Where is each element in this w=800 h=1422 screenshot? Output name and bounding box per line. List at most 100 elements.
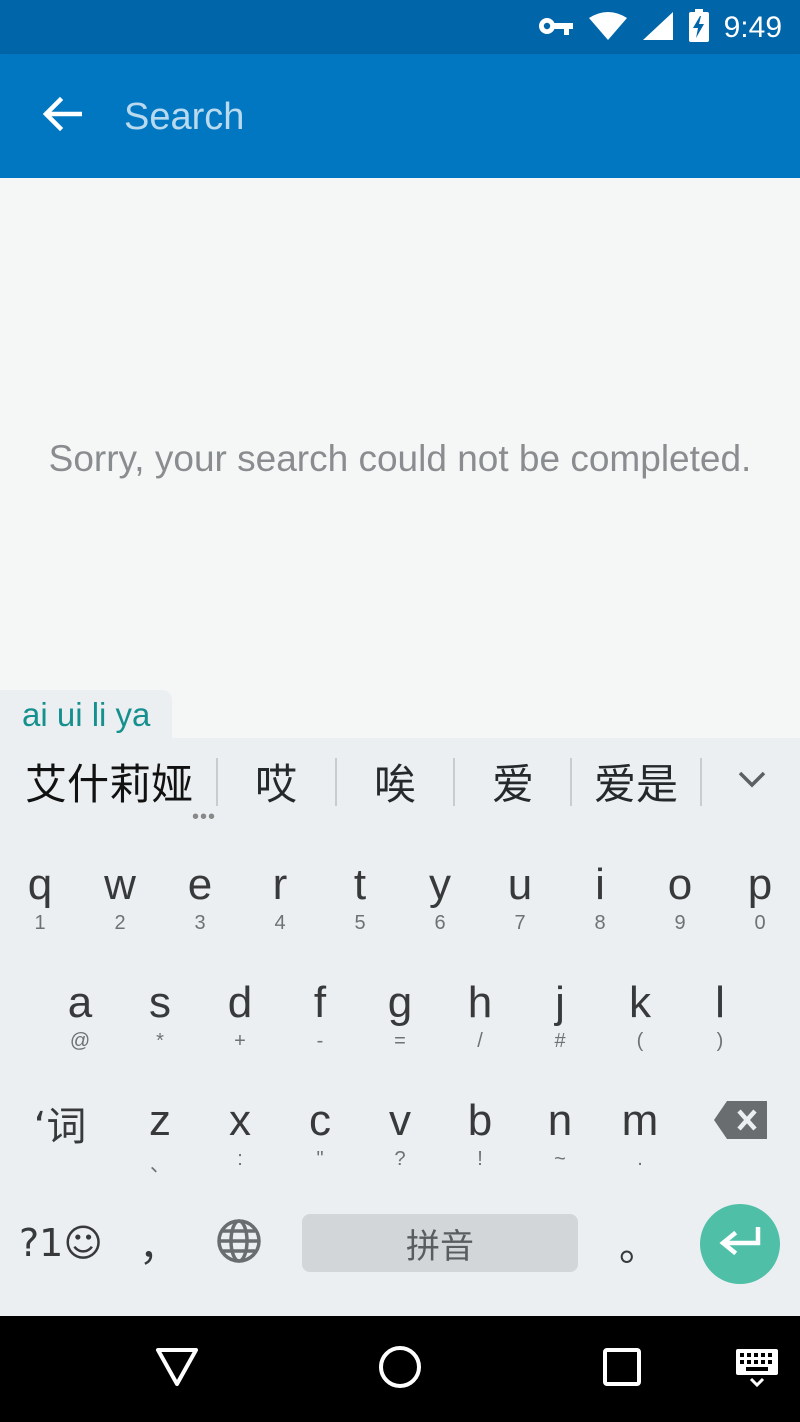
key-letter: w bbox=[104, 860, 136, 909]
status-time: 9:49 bbox=[723, 11, 782, 44]
key-secondary: 0 bbox=[754, 912, 766, 934]
key-secondary: ( bbox=[636, 1030, 644, 1052]
key-z[interactable]: z、 bbox=[120, 1070, 200, 1180]
key-b[interactable]: b! bbox=[440, 1070, 520, 1180]
key-letter: y bbox=[429, 860, 451, 909]
key-secondary: - bbox=[316, 1030, 324, 1052]
ime-keyboard: q1 w2 e3 r4 t5 y6 u7 i8 o9 p0 a @ s * d + f… bbox=[0, 824, 800, 1316]
keyboard-switch-icon bbox=[734, 1347, 780, 1392]
key-letter: n bbox=[547, 1096, 573, 1145]
back-triangle-icon bbox=[155, 1347, 199, 1392]
navigation-bar bbox=[0, 1316, 800, 1422]
key-j[interactable]: j # bbox=[520, 952, 600, 1062]
key-i[interactable]: i8 bbox=[560, 834, 640, 944]
key-r[interactable]: r4 bbox=[240, 834, 320, 944]
key-h[interactable]: h / bbox=[440, 952, 520, 1062]
nav-back-button[interactable] bbox=[142, 1336, 212, 1402]
period-key[interactable]: 。 bbox=[604, 1208, 674, 1278]
key-secondary: * bbox=[156, 1030, 164, 1052]
key-letter: b bbox=[467, 1096, 493, 1145]
key-t[interactable]: t5 bbox=[320, 834, 400, 944]
comma-key[interactable]: ， bbox=[124, 1208, 194, 1278]
key-c[interactable]: c " bbox=[280, 1070, 360, 1180]
candidate-more-button[interactable] bbox=[704, 738, 800, 824]
key-secondary: @ bbox=[69, 1030, 91, 1052]
candidate-item[interactable]: 唉 bbox=[337, 738, 453, 824]
key-letter: s bbox=[149, 978, 171, 1027]
key-q[interactable]: q1 bbox=[0, 834, 80, 944]
nav-keyboard-switch-button[interactable] bbox=[722, 1336, 792, 1402]
key-letter: o bbox=[667, 860, 693, 909]
key-d[interactable]: d + bbox=[200, 952, 280, 1062]
status-bar: 9:49 bbox=[0, 0, 800, 54]
key-letter: x bbox=[229, 1096, 251, 1145]
backspace-icon bbox=[713, 1100, 769, 1145]
key-m[interactable]: m. bbox=[600, 1070, 680, 1180]
key-letter: v bbox=[389, 1096, 411, 1145]
home-circle-icon bbox=[377, 1344, 423, 1395]
candidate-item[interactable]: 爱 bbox=[455, 738, 571, 824]
search-input[interactable] bbox=[124, 90, 764, 144]
key-x[interactable]: x: bbox=[200, 1070, 280, 1180]
key-letter: h bbox=[467, 978, 493, 1027]
key-v[interactable]: v? bbox=[360, 1070, 440, 1180]
battery-charging-icon bbox=[688, 8, 710, 48]
key-w[interactable]: w2 bbox=[80, 834, 160, 944]
key-secondary: : bbox=[237, 1148, 243, 1170]
key-secondary: . bbox=[637, 1148, 643, 1170]
search-error-message: Sorry, your search could not be complete… bbox=[48, 438, 752, 479]
key-secondary: ) bbox=[716, 1030, 724, 1052]
candidate-divider bbox=[700, 758, 702, 806]
key-f[interactable]: f- bbox=[280, 952, 360, 1062]
key-a[interactable]: a @ bbox=[40, 952, 120, 1062]
key-secondary: 4 bbox=[274, 912, 286, 934]
key-l[interactable]: l) bbox=[680, 952, 760, 1062]
key-secondary: # bbox=[554, 1030, 566, 1052]
arrow-back-icon bbox=[42, 96, 83, 136]
key-secondary: 、 bbox=[150, 1154, 170, 1176]
status-icons: 9:49 bbox=[538, 8, 782, 48]
space-key[interactable]: 拼音 bbox=[302, 1214, 578, 1272]
key-letter: e bbox=[187, 860, 213, 909]
back-button[interactable] bbox=[30, 86, 94, 146]
key-g[interactable]: g = bbox=[360, 952, 440, 1062]
key-letter: q bbox=[27, 860, 53, 909]
key-letter: r bbox=[272, 860, 288, 909]
word-key[interactable]: ‘词 bbox=[20, 1086, 100, 1160]
key-secondary: ~ bbox=[554, 1148, 566, 1170]
key-letter: t bbox=[353, 860, 367, 909]
nav-home-button[interactable] bbox=[365, 1336, 435, 1402]
recents-square-icon bbox=[602, 1347, 642, 1392]
key-letter: k bbox=[629, 978, 651, 1027]
key-k[interactable]: k( bbox=[600, 952, 680, 1062]
key-letter: c bbox=[309, 1096, 331, 1145]
key-u[interactable]: u7 bbox=[480, 834, 560, 944]
candidate-item[interactable]: 爱是 bbox=[572, 738, 700, 824]
key-letter: i bbox=[595, 860, 605, 909]
key-secondary: 6 bbox=[434, 912, 446, 934]
candidate-item[interactable]: 哎 bbox=[218, 738, 334, 824]
language-key[interactable] bbox=[204, 1208, 274, 1278]
key-letter: m bbox=[621, 1096, 659, 1145]
globe-icon bbox=[216, 1218, 262, 1269]
symbols-key[interactable]: ?1☺ bbox=[16, 1208, 106, 1278]
results-area: Sorry, your search could not be complete… bbox=[0, 178, 800, 738]
key-e[interactable]: e3 bbox=[160, 834, 240, 944]
key-letter: d bbox=[227, 978, 253, 1027]
nav-recents-button[interactable] bbox=[587, 1336, 657, 1402]
key-y[interactable]: y6 bbox=[400, 834, 480, 944]
key-secondary: 2 bbox=[114, 912, 126, 934]
key-secondary: 8 bbox=[594, 912, 606, 934]
key-o[interactable]: o9 bbox=[640, 834, 720, 944]
key-letter: p bbox=[747, 860, 773, 909]
key-secondary: 3 bbox=[194, 912, 206, 934]
key-letter: u bbox=[507, 860, 533, 909]
key-s[interactable]: s * bbox=[120, 952, 200, 1062]
key-p[interactable]: p0 bbox=[720, 834, 800, 944]
enter-key[interactable] bbox=[700, 1204, 780, 1284]
candidate-item[interactable]: 艾什莉娅 bbox=[8, 738, 210, 824]
enter-arrow-icon bbox=[718, 1226, 762, 1262]
backspace-key[interactable] bbox=[706, 1094, 776, 1150]
key-n[interactable]: n ~ bbox=[520, 1070, 600, 1180]
chevron-down-icon bbox=[737, 770, 767, 793]
